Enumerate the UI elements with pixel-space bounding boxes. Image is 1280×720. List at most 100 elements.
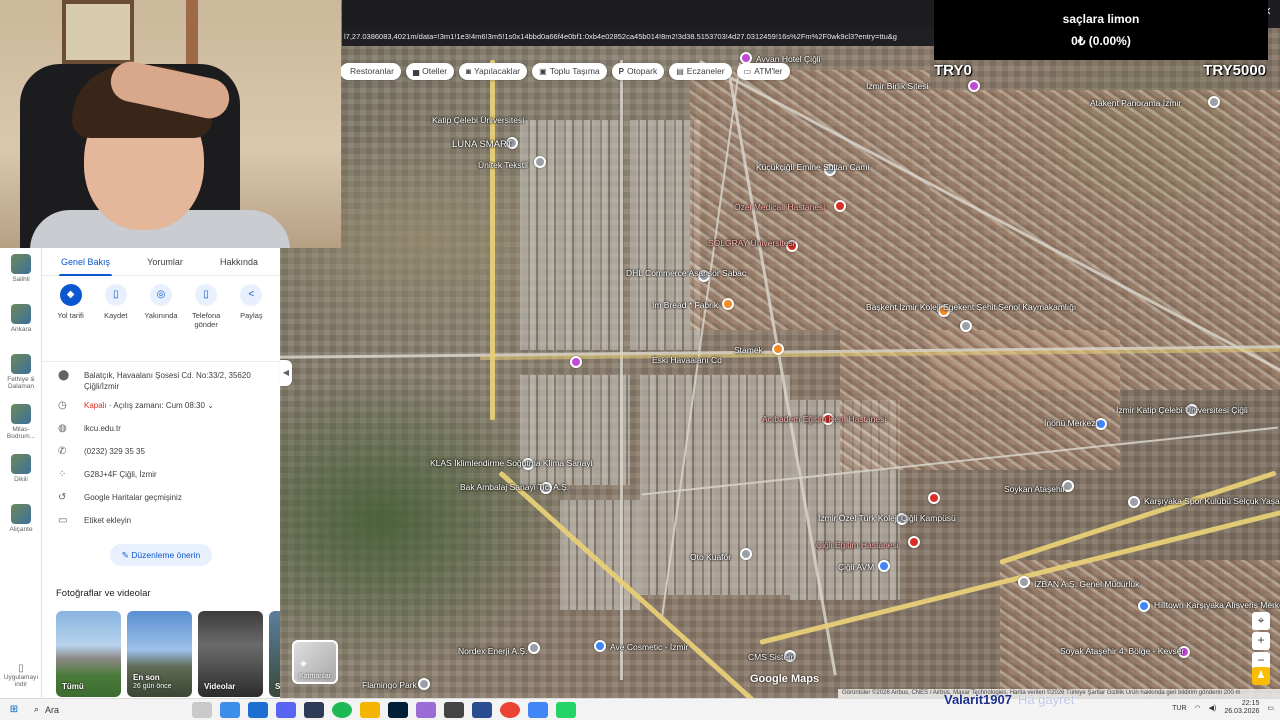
chip-label: Otopark bbox=[626, 66, 658, 76]
chip-things-to-do[interactable]: ◙ Yapılacaklar bbox=[459, 63, 528, 80]
photo-latest[interactable]: En son 26 gün önce bbox=[127, 611, 192, 697]
chevron-down-icon: ⌄ bbox=[207, 401, 214, 410]
file-explorer-icon[interactable] bbox=[360, 701, 380, 718]
park-pin[interactable] bbox=[418, 678, 430, 690]
chip-pharmacies[interactable]: ▤ Eczaneler bbox=[669, 63, 732, 80]
photo-more[interactable]: Sa bbox=[269, 611, 280, 697]
donation-name: saçlara limon bbox=[1062, 12, 1140, 26]
mall-pin[interactable] bbox=[1138, 600, 1150, 612]
photo-videos[interactable]: Videolar bbox=[198, 611, 263, 697]
tab-reviews[interactable]: Yorumlar bbox=[147, 248, 183, 275]
layers-button[interactable]: ◈ Katmanlar bbox=[292, 640, 338, 684]
address-row[interactable]: ⬤ Balatçık, Havaalanı Şosesi Cd. No:33/2,… bbox=[42, 366, 280, 396]
selected-place-pin[interactable] bbox=[570, 356, 582, 368]
webcam-feed bbox=[0, 0, 341, 248]
shopping-pin[interactable] bbox=[968, 80, 980, 92]
game-icon[interactable] bbox=[416, 701, 436, 718]
recent-place-dikili[interactable]: Dikili bbox=[0, 448, 42, 498]
phone-icon: ▯ bbox=[18, 663, 24, 674]
photo-all[interactable]: Tümü bbox=[56, 611, 121, 697]
chip-restaurants[interactable]: Restoranlar bbox=[340, 63, 401, 80]
obs-icon[interactable] bbox=[444, 701, 464, 718]
add-label-row[interactable]: ▭ Etiket ekleyin bbox=[42, 511, 280, 534]
nearby-button[interactable]: ◎ Yakınında bbox=[139, 284, 183, 361]
address-text: Balatçık, Havaalanı Şosesi Cd. No:33/2, … bbox=[84, 371, 251, 391]
language-indicator[interactable]: TUR bbox=[1172, 705, 1186, 712]
zoom-in-button[interactable]: + bbox=[1252, 632, 1270, 650]
windows-start-icon[interactable]: ⊞ bbox=[0, 704, 28, 715]
recent-place-alicante[interactable]: Aliçante bbox=[0, 498, 42, 548]
app-icon[interactable] bbox=[304, 701, 324, 718]
chrome-icon[interactable] bbox=[500, 701, 520, 718]
wifi-icon[interactable]: ◠ bbox=[1195, 704, 1201, 712]
place-pin[interactable] bbox=[528, 642, 540, 654]
address-bar[interactable]: l7,27.0386083,4021m/data=!3m1!1e3!4m6!3m… bbox=[342, 28, 934, 46]
rail-label: Aliçante bbox=[9, 526, 33, 533]
directions-button[interactable]: ◆ Yol tarifi bbox=[49, 284, 93, 361]
hospital-pin[interactable] bbox=[834, 200, 846, 212]
tab-overview[interactable]: Genel Bakış bbox=[58, 248, 113, 276]
shop-pin[interactable] bbox=[594, 640, 606, 652]
tab-about[interactable]: Hakkında bbox=[220, 248, 258, 275]
collapse-panel-button[interactable]: ◀ bbox=[280, 360, 292, 386]
get-app-link[interactable]: ▯ Uygulamayı indir bbox=[0, 663, 42, 688]
save-button[interactable]: ▯ Kaydet bbox=[94, 284, 138, 361]
chip-parking[interactable]: P Otopark bbox=[611, 63, 665, 80]
my-location-button[interactable]: ⌖ bbox=[1252, 612, 1270, 630]
suggest-edit-button[interactable]: ✎ Düzenleme önerin bbox=[110, 544, 212, 566]
recent-place-ankara[interactable]: Ankara bbox=[0, 298, 42, 348]
notification-icon[interactable]: ▭ bbox=[1267, 704, 1274, 712]
edge-icon[interactable] bbox=[220, 701, 240, 718]
plus-code-row[interactable]: ⁘ G28J+4F Çiğli, İzmir bbox=[42, 465, 280, 488]
phone-row[interactable]: ✆ (0232) 329 35 35 bbox=[42, 442, 280, 465]
whatsapp-icon[interactable] bbox=[556, 701, 576, 718]
spotify-icon[interactable] bbox=[332, 701, 352, 718]
chip-transit[interactable]: ▣ Toplu Taşıma bbox=[532, 63, 607, 80]
website-row[interactable]: ◍ ikcu.edu.tr bbox=[42, 419, 280, 442]
mall-pin[interactable] bbox=[878, 560, 890, 572]
food-pin[interactable] bbox=[772, 343, 784, 355]
office-pin[interactable] bbox=[1018, 576, 1030, 588]
directions-icon: ◆ bbox=[59, 284, 82, 306]
photo-caption: Sa bbox=[275, 682, 280, 691]
map-label: İzmir Birlik Sitesi bbox=[866, 81, 929, 91]
label-icon: ▭ bbox=[58, 515, 68, 526]
taskbar-clock[interactable]: 22:15 26.03.2026 bbox=[1224, 700, 1259, 716]
docs-icon[interactable] bbox=[528, 701, 548, 718]
taskbar-search[interactable]: ⌕ Ara bbox=[28, 701, 188, 719]
recent-place-fethiye[interactable]: Fethiye & Dalaman bbox=[0, 348, 42, 398]
history-row[interactable]: ↺ Google Haritalar geçmişiniz bbox=[42, 488, 280, 511]
recent-place-salihli[interactable]: Salihli bbox=[0, 248, 42, 298]
hospital-pin[interactable] bbox=[928, 492, 940, 504]
stadium-pin[interactable] bbox=[1128, 496, 1140, 508]
discord-icon[interactable] bbox=[276, 701, 296, 718]
volume-icon[interactable]: ◀) bbox=[1209, 704, 1217, 712]
editor-icon[interactable] bbox=[472, 701, 492, 718]
photoshop-icon[interactable] bbox=[388, 701, 408, 718]
hospital-pin[interactable] bbox=[908, 536, 920, 548]
send-to-phone-button[interactable]: ▯ Telefona gönder bbox=[184, 284, 228, 361]
recent-place-milas[interactable]: Milas-Bodrum... bbox=[0, 398, 42, 448]
chip-atms[interactable]: ▭ ATM'ler bbox=[736, 63, 790, 80]
share-button[interactable]: < Paylaş bbox=[229, 284, 273, 361]
place-pin[interactable] bbox=[534, 156, 546, 168]
map-label: İzmir Katip Çelebi Üniversitesi Çiğli bbox=[1116, 405, 1248, 415]
action-label: Yakınında bbox=[144, 311, 178, 320]
task-view-icon[interactable] bbox=[192, 701, 212, 718]
school-pin[interactable] bbox=[960, 320, 972, 332]
store-icon[interactable] bbox=[248, 701, 268, 718]
place-pin[interactable] bbox=[740, 548, 752, 560]
place-thumbnail bbox=[11, 354, 31, 374]
street-view-pegman[interactable]: ♟ bbox=[1252, 667, 1270, 685]
photo-title: En son bbox=[133, 673, 160, 682]
chip-label: ATM'ler bbox=[754, 66, 783, 76]
place-pin[interactable] bbox=[1208, 96, 1220, 108]
chip-hotels[interactable]: ▅ Oteller bbox=[405, 63, 455, 80]
food-pin[interactable] bbox=[722, 298, 734, 310]
google-maps-logo: Google Maps bbox=[750, 673, 820, 685]
goal-start: TRY0 bbox=[934, 62, 972, 79]
atm-icon: ▭ bbox=[743, 67, 752, 76]
zoom-controls: ⌖ + − bbox=[1252, 612, 1270, 672]
share-icon: < bbox=[240, 284, 263, 306]
hours-row[interactable]: ◷ Kapalı · Açılış zamanı: Cum 08:30 ⌄ bbox=[42, 396, 280, 419]
